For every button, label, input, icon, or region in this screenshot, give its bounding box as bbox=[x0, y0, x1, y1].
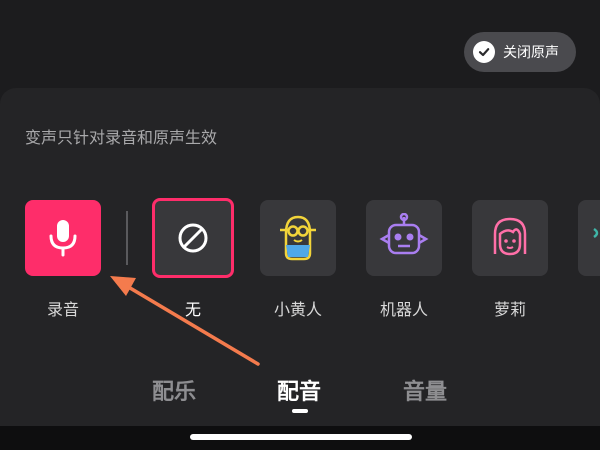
close-original-sound-toggle[interactable]: 关闭原声 bbox=[464, 32, 576, 72]
robot-icon bbox=[379, 213, 429, 255]
checkmark-icon bbox=[473, 41, 495, 63]
minion-icon bbox=[280, 215, 316, 261]
effect-girl[interactable] bbox=[472, 200, 548, 276]
home-indicator[interactable] bbox=[190, 434, 412, 440]
effect-minion[interactable] bbox=[260, 200, 336, 276]
effect-robot[interactable] bbox=[366, 200, 442, 276]
divider bbox=[126, 211, 128, 265]
effect-label-robot: 机器人 bbox=[379, 300, 428, 319]
toggle-label: 关闭原声 bbox=[503, 45, 559, 61]
effect-none[interactable] bbox=[152, 198, 234, 278]
girl-face-icon bbox=[493, 217, 527, 256]
voice-effect-panel: 变声只针对录音和原声生效 录音 无 小黄人 机器人 萝莉 配乐 配音 音量 bbox=[0, 88, 600, 428]
tab-dubbing[interactable]: 配音 bbox=[277, 374, 321, 406]
effect-label-girl: 萝莉 bbox=[493, 300, 526, 319]
tab-music[interactable]: 配乐 bbox=[152, 374, 196, 406]
microphone-icon bbox=[49, 220, 77, 257]
record-button[interactable] bbox=[25, 200, 101, 276]
effect-next-partial[interactable] bbox=[578, 200, 600, 276]
active-tab-indicator bbox=[292, 409, 308, 413]
prohibit-icon bbox=[178, 223, 208, 253]
hint-text: 变声只针对录音和原声生效 bbox=[25, 128, 218, 147]
effect-label-record: 录音 bbox=[46, 300, 79, 319]
effect-label-minion: 小黄人 bbox=[273, 300, 322, 319]
tab-bar: 配乐 配音 音量 bbox=[0, 356, 600, 413]
effect-label-none: 无 bbox=[184, 300, 201, 319]
tab-volume[interactable]: 音量 bbox=[403, 374, 447, 406]
